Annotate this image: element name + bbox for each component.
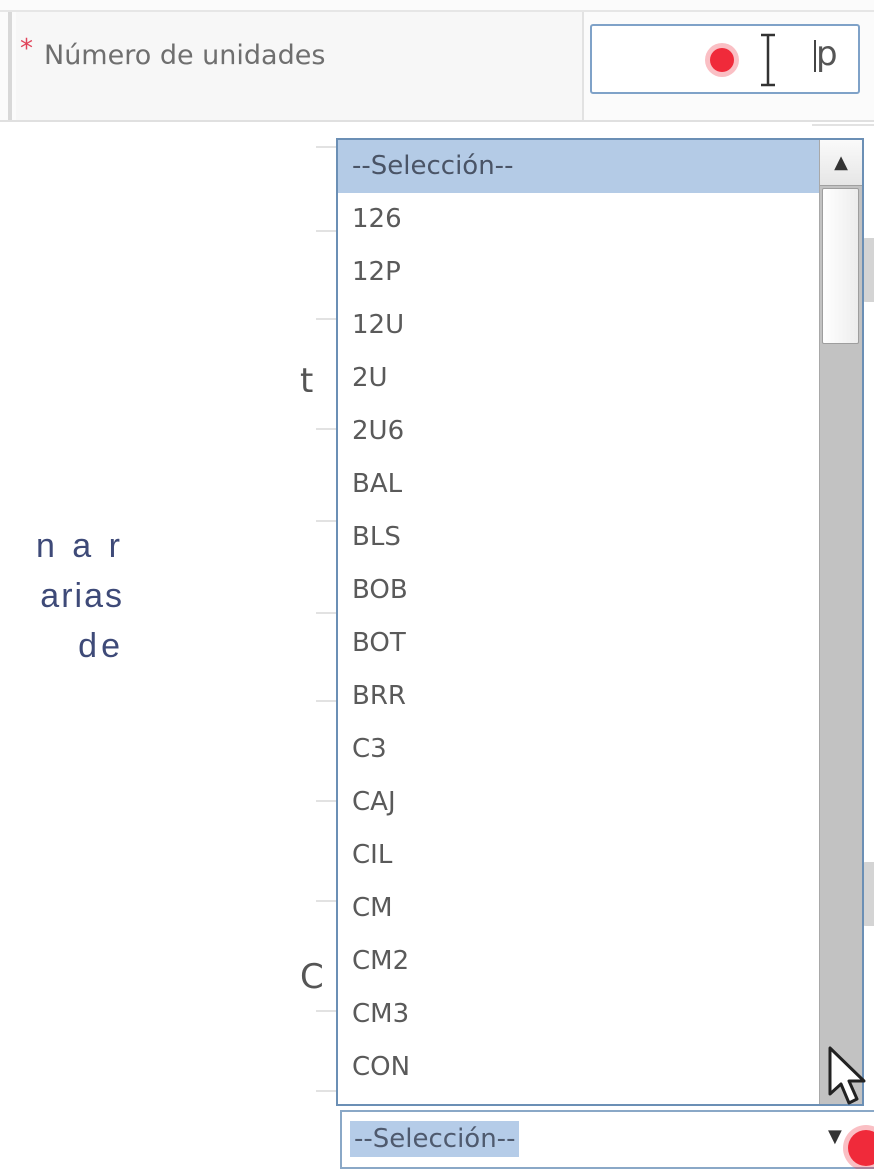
scroll-up-arrow-icon[interactable]: ▲ [820, 140, 862, 186]
mouse-pointer-icon [828, 1046, 866, 1105]
row-left-edge [8, 12, 12, 120]
overlay-text-line: n a r [35, 527, 124, 565]
option-12u[interactable]: 12U [338, 299, 820, 352]
field-label-numero-unidades: Número de unidades [44, 40, 326, 71]
bg-divider [812, 124, 874, 126]
option-con[interactable]: CON [338, 1041, 820, 1094]
option-cm2[interactable]: CM2 [338, 935, 820, 988]
units-input-value: p [816, 34, 838, 74]
option-c3[interactable]: C3 [338, 723, 820, 776]
option-cm3[interactable]: CM3 [338, 988, 820, 1041]
option-seleccion[interactable]: --Selección-- [338, 140, 820, 193]
option-126[interactable]: 126 [338, 193, 820, 246]
dropdown-arrow-icon[interactable]: ▼ [828, 1126, 842, 1147]
select-current-value: --Selección-- [350, 1121, 520, 1157]
units-select[interactable]: --Selección-- ▼ [340, 1110, 874, 1169]
option-brr[interactable]: BRR [338, 670, 820, 723]
option-bls[interactable]: BLS [338, 511, 820, 564]
dropdown-scrollbar[interactable]: ▲ [819, 140, 862, 1104]
required-marker: * [20, 34, 33, 64]
option-caj[interactable]: CAJ [338, 776, 820, 829]
option-bal[interactable]: BAL [338, 458, 820, 511]
option-cil[interactable]: CIL [338, 829, 820, 882]
units-input[interactable]: p [590, 24, 860, 94]
options-list: --Selección-- 126 12P 12U 2U 2U6 BAL BLS… [338, 140, 820, 1094]
overlay-text-line: arias [40, 577, 124, 615]
record-indicator-icon [710, 48, 734, 72]
bg-text-fragment: C [300, 957, 324, 997]
scroll-thumb[interactable] [822, 188, 859, 344]
record-indicator-icon [848, 1130, 874, 1166]
option-cm[interactable]: CM [338, 882, 820, 935]
option-bob[interactable]: BOB [338, 564, 820, 617]
row-bottom-border [0, 120, 874, 122]
option-2u[interactable]: 2U [338, 352, 820, 405]
option-bot[interactable]: BOT [338, 617, 820, 670]
overlay-text-line: de [78, 627, 124, 665]
form-row: * Número de unidades p [0, 0, 874, 122]
option-2u6[interactable]: 2U6 [338, 405, 820, 458]
units-dropdown-list[interactable]: --Selección-- 126 12P 12U 2U 2U6 BAL BLS… [336, 138, 864, 1106]
option-12p[interactable]: 12P [338, 246, 820, 299]
ibeam-cursor-icon [761, 33, 775, 87]
bg-text-fragment: t [300, 361, 314, 401]
